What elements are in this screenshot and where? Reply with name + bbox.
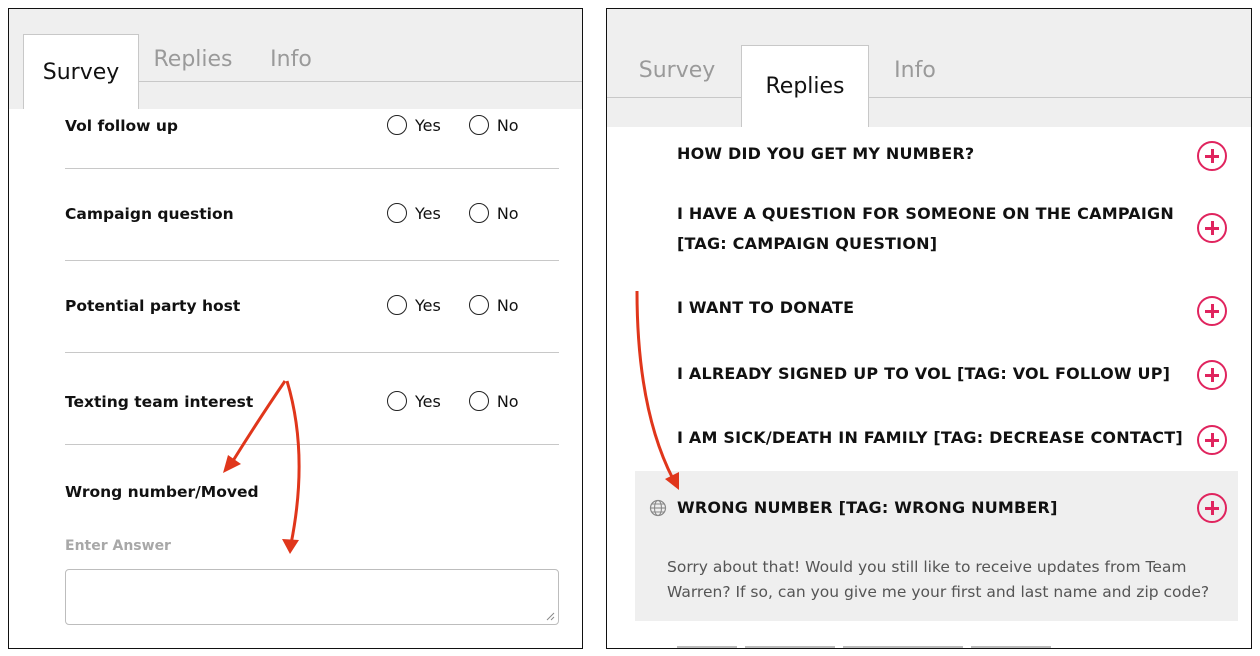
reply-title-line: I HAVE A QUESTION FOR SOMEONE ON THE CAM… — [677, 204, 1174, 223]
question-label: Texting team interest — [65, 393, 254, 411]
reply-title-line: [TAG: CAMPAIGN QUESTION] — [677, 234, 938, 253]
survey-panel: Survey Replies Info Vol follow up Yes No… — [8, 8, 583, 649]
yes-radio[interactable] — [387, 391, 407, 411]
add-reply-icon[interactable] — [1197, 425, 1227, 455]
no-radio[interactable] — [468, 295, 489, 315]
question-label: Campaign question — [65, 205, 234, 223]
replies-panel: Survey Replies Info HOW DID YOU GET MY N… — [606, 8, 1252, 649]
tab-info[interactable]: Info — [251, 34, 331, 84]
reply-title[interactable]: I AM SICK/DEATH IN FAMILY [TAG: DECREASE… — [677, 423, 1183, 453]
add-reply-icon[interactable] — [1197, 360, 1227, 390]
tab-bar: Survey Replies Info — [9, 9, 582, 109]
reply-title[interactable]: WRONG NUMBER [TAG: WRONG NUMBER] — [677, 493, 1058, 523]
resize-grip-icon[interactable] — [546, 612, 555, 621]
question-row: Vol follow up Yes No — [65, 115, 559, 169]
no-label: No — [496, 391, 519, 411]
add-reply-icon[interactable] — [1197, 296, 1227, 326]
globe-icon — [649, 499, 667, 517]
answer-textarea[interactable] — [65, 569, 559, 625]
wrong-number-label: Wrong number/Moved — [65, 483, 259, 501]
reply-title[interactable]: I HAVE A QUESTION FOR SOMEONE ON THE CAM… — [677, 199, 1174, 259]
yes-label: Yes — [415, 391, 441, 411]
reply-title[interactable]: I WANT TO DONATE — [677, 293, 854, 323]
tab-replies[interactable]: Replies — [741, 45, 869, 127]
tab-divider — [607, 97, 741, 98]
no-radio[interactable] — [468, 203, 489, 223]
radio-group: Yes No — [387, 391, 519, 411]
add-reply-icon[interactable] — [1197, 493, 1227, 523]
radio-group: Yes No — [387, 203, 519, 223]
no-radio[interactable] — [468, 391, 489, 411]
yes-radio[interactable] — [387, 115, 407, 135]
reply-body-text: Sorry about that! Would you still like t… — [667, 558, 1210, 601]
reply-title[interactable]: I ALREADY SIGNED UP TO VOL [TAG: VOL FOL… — [677, 359, 1170, 389]
tab-bar: Survey Replies Info — [607, 9, 1251, 127]
no-radio[interactable] — [468, 115, 489, 135]
next-reply-cutoff — [677, 637, 1177, 648]
radio-group: Yes No — [387, 295, 519, 315]
add-reply-icon[interactable] — [1197, 213, 1227, 243]
yes-radio[interactable] — [387, 203, 407, 223]
yes-label: Yes — [415, 115, 441, 135]
answer-placeholder-label: Enter Answer — [65, 538, 171, 554]
no-label: No — [496, 295, 519, 315]
question-label: Vol follow up — [65, 117, 179, 135]
tab-survey[interactable]: Survey — [23, 34, 139, 109]
tab-info[interactable]: Info — [875, 45, 955, 95]
tab-replies[interactable]: Replies — [141, 34, 245, 84]
question-row: Potential party host Yes No — [65, 261, 559, 353]
add-reply-icon[interactable] — [1197, 141, 1227, 171]
question-label: Potential party host — [65, 297, 241, 315]
no-label: No — [496, 115, 519, 135]
no-label: No — [496, 203, 519, 223]
tab-divider — [139, 81, 582, 82]
yes-label: Yes — [415, 295, 441, 315]
tab-divider — [869, 97, 1251, 98]
tab-survey[interactable]: Survey — [627, 45, 727, 95]
question-row: Texting team interest Yes No — [65, 353, 559, 445]
question-row: Campaign question Yes No — [65, 169, 559, 261]
yes-radio[interactable] — [387, 295, 407, 315]
yes-label: Yes — [415, 203, 441, 223]
radio-group: Yes No — [387, 115, 519, 135]
reply-title[interactable]: HOW DID YOU GET MY NUMBER? — [677, 139, 974, 169]
